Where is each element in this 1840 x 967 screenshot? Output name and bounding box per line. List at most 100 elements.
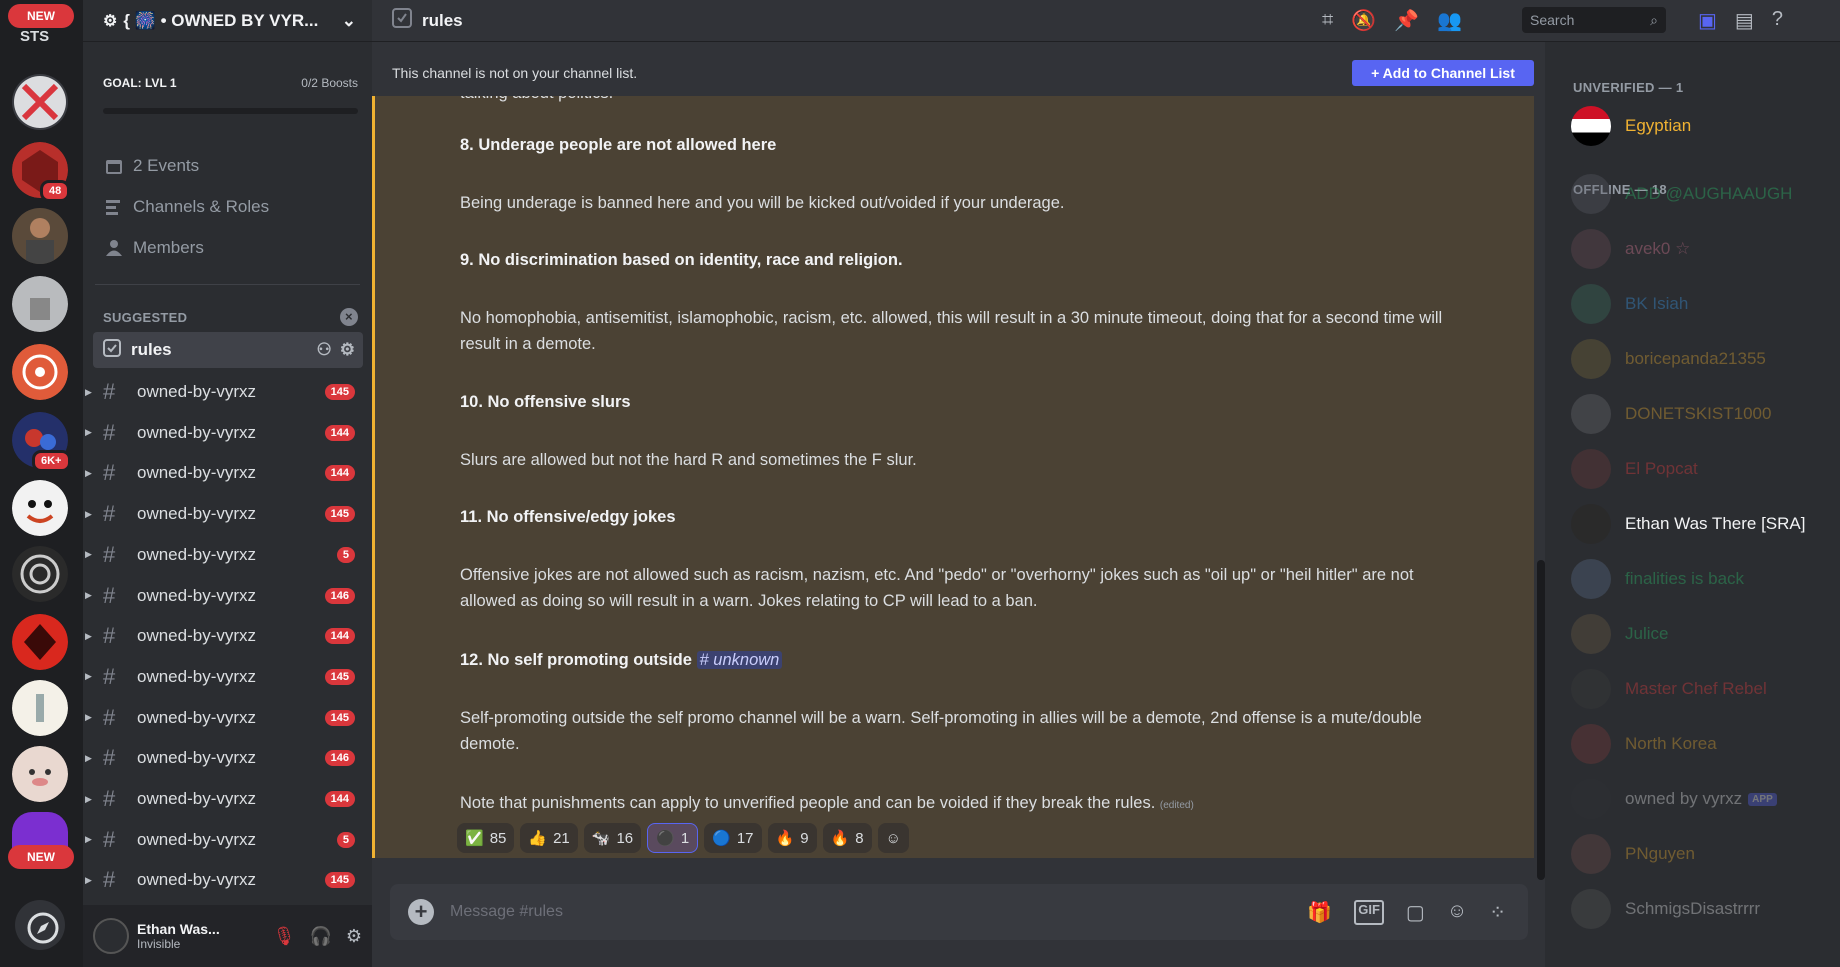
hash-icon: # <box>103 745 116 771</box>
hash-icon: # <box>103 501 116 527</box>
search-input[interactable]: Search ⌕ <box>1522 7 1666 33</box>
sticker-icon[interactable]: ▢ <box>1406 900 1425 925</box>
member-list-icon[interactable]: 👥 <box>1437 8 1462 33</box>
collapse-arrow-icon[interactable]: ▶ <box>85 712 92 723</box>
guild-header[interactable]: ⚙ { 🎆 • OWNED BY VYR... ⌄ <box>83 0 372 42</box>
server-icon-8[interactable] <box>12 546 68 602</box>
settings-gear-icon[interactable]: ⚙ <box>340 340 355 360</box>
member-item[interactable]: finalities is back <box>1571 555 1831 603</box>
reaction-chip[interactable]: 🔵 17 <box>704 823 762 853</box>
avatar <box>1571 779 1611 819</box>
collapse-arrow-icon[interactable]: ▶ <box>85 753 92 764</box>
attach-plus-icon[interactable]: + <box>408 899 434 925</box>
member-item[interactable]: North Korea <box>1571 720 1831 768</box>
boost-goal[interactable]: GOAL: LVL 1 0/2 Boosts <box>103 76 358 90</box>
unread-badge: 144 <box>324 791 355 807</box>
member-item[interactable]: owned by vyrxz APP <box>1571 775 1831 823</box>
channel-item[interactable]: ▶ # owned-by-vyrxz 5 <box>85 537 363 573</box>
add-reaction-icon[interactable]: ☺ <box>877 823 909 853</box>
server-icon-9[interactable] <box>12 614 68 670</box>
channel-item[interactable]: ▶ # owned-by-vyrxz 144 <box>85 455 363 491</box>
collapse-arrow-icon[interactable]: ▶ <box>85 387 92 398</box>
close-icon[interactable]: × <box>340 308 358 326</box>
reaction-chip[interactable]: 🔥 9 <box>767 823 817 853</box>
channel-item[interactable]: ▶ # owned-by-vyrxz 144 <box>85 415 363 451</box>
notification-bell-icon[interactable]: 🔕 <box>1351 8 1376 33</box>
members-link[interactable]: Members <box>103 232 204 264</box>
channel-rules-active[interactable]: rules ⚇ ⚙ <box>93 332 363 368</box>
reaction-chip[interactable]: 👍 21 <box>520 823 578 853</box>
server-rail: NEW STS 48 6K+ NEW <box>0 0 83 967</box>
member-item[interactable]: DONETSKIST1000 <box>1571 390 1831 438</box>
invite-icon[interactable]: ⚇ <box>317 340 332 360</box>
collapse-arrow-icon[interactable]: ▶ <box>85 834 92 845</box>
discover-icon[interactable] <box>15 900 65 950</box>
channel-item[interactable]: ▶ # owned-by-vyrxz 144 <box>85 618 363 654</box>
scrollbar[interactable] <box>1537 560 1545 880</box>
gift-icon[interactable]: 🎁 <box>1307 900 1332 925</box>
message-input[interactable]: Message #rules <box>450 903 1307 921</box>
events-link[interactable]: 2 Events <box>103 150 199 182</box>
nitro-icon[interactable]: ▣ <box>1698 8 1717 33</box>
channels-roles-link[interactable]: Channels & Roles <box>103 191 269 223</box>
user-settings-gear-icon[interactable]: ⚙ <box>346 926 362 947</box>
inbox-icon[interactable]: ▤ <box>1735 8 1754 33</box>
member-item[interactable]: Master Chef Rebel <box>1571 665 1831 713</box>
emoji-icon[interactable]: ☺ <box>1447 900 1467 925</box>
member-egyptian[interactable]: Egyptian <box>1571 102 1831 150</box>
help-icon[interactable]: ? <box>1772 8 1783 33</box>
collapse-arrow-icon[interactable]: ▶ <box>85 794 92 805</box>
collapse-arrow-icon[interactable]: ▶ <box>85 631 92 642</box>
member-item[interactable]: PNguyen <box>1571 830 1831 878</box>
channel-item[interactable]: ▶ # owned-by-vyrxz 146 <box>85 578 363 614</box>
avatar[interactable] <box>93 918 129 954</box>
member-item[interactable]: boricepanda21355 <box>1571 335 1831 383</box>
channel-item[interactable]: ▶ # owned-by-vyrxz 144 <box>85 781 363 817</box>
collapse-arrow-icon[interactable]: ▶ <box>85 671 92 682</box>
channel-item[interactable]: ▶ # owned-by-vyrxz 145 <box>85 659 363 695</box>
server-icon-4[interactable] <box>12 276 68 332</box>
server-icon-11[interactable] <box>12 746 68 802</box>
threads-icon[interactable]: ⌗ <box>1322 9 1333 32</box>
member-item[interactable]: SchmigsDisastrrrr <box>1571 885 1831 933</box>
message-composer[interactable]: + Message #rules 🎁 GIF ▢ ☺ ⁘ <box>390 884 1528 940</box>
channel-mention[interactable]: # unknown <box>696 651 783 669</box>
collapse-arrow-icon[interactable]: ▶ <box>85 468 92 479</box>
collapse-arrow-icon[interactable]: ▶ <box>85 509 92 520</box>
server-icon-5[interactable] <box>12 344 68 400</box>
channel-name: owned-by-vyrxz <box>137 504 257 524</box>
member-item[interactable]: BK Isiah <box>1571 280 1831 328</box>
collapse-arrow-icon[interactable]: ▶ <box>85 427 92 438</box>
server-icon-3[interactable] <box>12 208 68 264</box>
member-item[interactable]: El Popcat <box>1571 445 1831 493</box>
channel-item[interactable]: ▶ # owned-by-vyrxz 145 <box>85 496 363 532</box>
member-name: Egyptian <box>1625 116 1692 135</box>
channel-item[interactable]: ▶ # owned-by-vyrxz 5 <box>85 822 363 858</box>
apps-icon[interactable]: ⁘ <box>1489 900 1506 925</box>
reaction-chip[interactable]: ✅ 85 <box>457 823 515 853</box>
member-item[interactable]: ADD @AUGHAAUGH <box>1571 170 1831 218</box>
collapse-arrow-icon[interactable]: ▶ <box>85 590 92 601</box>
server-icon-1[interactable] <box>12 74 68 130</box>
reaction-chip[interactable]: ⚫ 1 <box>647 823 699 853</box>
server-icon-7[interactable] <box>12 480 68 536</box>
channel-item[interactable]: ▶ # owned-by-vyrxz 145 <box>85 862 363 898</box>
collapse-arrow-icon[interactable]: ▶ <box>85 549 92 560</box>
channel-item[interactable]: ▶ # owned-by-vyrxz 145 <box>85 700 363 736</box>
unread-badge: 5 <box>336 831 355 848</box>
channel-item[interactable]: ▶ # owned-by-vyrxz 146 <box>85 740 363 776</box>
collapse-arrow-icon[interactable]: ▶ <box>85 875 92 886</box>
reaction-chip[interactable]: 🐄 16 <box>583 823 642 853</box>
mute-mic-icon[interactable]: 🎙 <box>273 926 296 947</box>
reaction-chip[interactable]: 🔥 8 <box>822 823 872 853</box>
server-icon-10[interactable] <box>12 680 68 736</box>
pin-icon[interactable]: 📌 <box>1394 8 1419 33</box>
member-item[interactable]: Julice <box>1571 610 1831 658</box>
channel-item[interactable]: ▶ # owned-by-vyrxz 145 <box>85 374 363 410</box>
rule-body: No homophobia, antisemitist, islamophobi… <box>460 309 1443 353</box>
member-item[interactable]: Ethan Was There [SRA] <box>1571 500 1831 548</box>
gif-icon[interactable]: GIF <box>1354 899 1384 925</box>
member-item[interactable]: avek0 ☆ <box>1571 225 1831 273</box>
headphones-icon[interactable]: 🎧 <box>309 926 331 947</box>
add-to-channel-list-button[interactable]: + Add to Channel List <box>1352 60 1534 86</box>
